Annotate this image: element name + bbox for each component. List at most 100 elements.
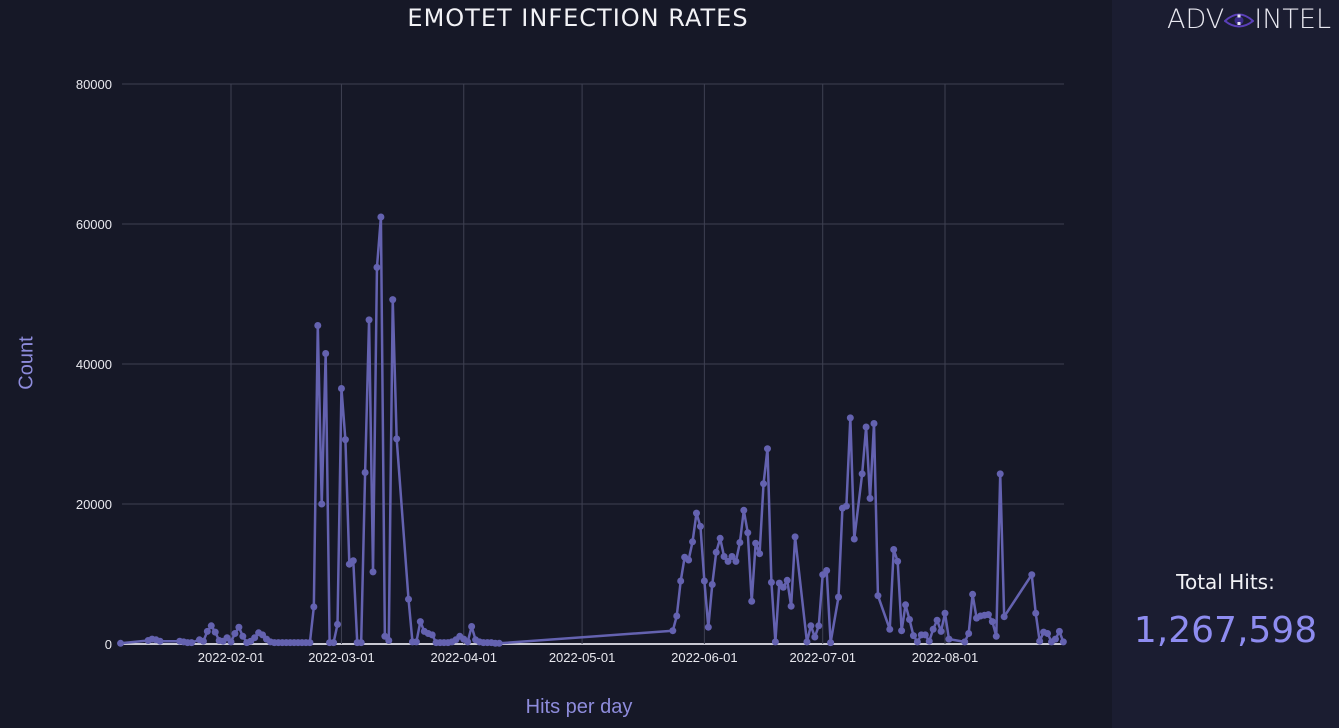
data-point [373, 263, 381, 271]
data-point [803, 638, 811, 646]
data-point [921, 631, 929, 639]
data-point [767, 578, 775, 586]
data-point [992, 632, 1000, 640]
chart-title: EMOTET INFECTION RATES [407, 4, 749, 32]
data-point [692, 509, 700, 517]
data-point [318, 500, 326, 508]
data-point [740, 506, 748, 514]
data-point [199, 637, 207, 645]
x-tick-label: 2022-08-01 [912, 650, 979, 665]
data-point [306, 639, 314, 647]
data-point [330, 639, 338, 647]
data-point [862, 423, 870, 431]
series-line [120, 215, 1065, 645]
data-point [823, 567, 831, 574]
data-point [965, 630, 973, 637]
data-point [361, 469, 369, 476]
data-point [811, 633, 819, 641]
logo-text-left: ADV [1166, 4, 1225, 35]
data-point [791, 533, 799, 541]
data-point [858, 470, 866, 478]
data-point [787, 602, 795, 610]
data-point [117, 639, 125, 647]
x-tick-label: 2022-06-01 [671, 650, 738, 665]
total-hits-value: 1,267,598 [1133, 610, 1318, 651]
data-point [941, 609, 949, 617]
data-point [341, 436, 349, 444]
data-point [357, 639, 365, 647]
data-point [689, 538, 697, 546]
data-point [239, 632, 247, 640]
x-tick-label: 2022-04-01 [430, 650, 497, 665]
data-point [685, 556, 693, 564]
data-point [902, 601, 910, 609]
grid [122, 83, 1064, 645]
data-point [385, 637, 393, 644]
data-point [1032, 609, 1040, 617]
data-point [337, 385, 345, 392]
data-point [866, 494, 874, 502]
data-point [815, 622, 823, 630]
y-axis-label: Count [15, 336, 38, 390]
data-point [929, 625, 937, 633]
data-point [310, 603, 318, 611]
x-tick-label: 2022-02-01 [198, 650, 265, 665]
y-tick-label: 0 [105, 637, 112, 652]
data-point [1059, 638, 1067, 646]
data-point [748, 597, 756, 605]
data-point [495, 639, 503, 647]
data-point [763, 445, 771, 453]
data-point [322, 350, 330, 357]
data-point [850, 535, 858, 543]
series-hits-per-day [117, 213, 1067, 647]
data-point [677, 577, 685, 585]
data-point [1028, 571, 1036, 579]
data-point [696, 522, 704, 530]
data-point [673, 612, 681, 620]
data-point [1051, 635, 1059, 643]
advintel-logo: ADV INTEL [1167, 4, 1331, 35]
data-point [732, 557, 740, 565]
data-point [211, 628, 219, 636]
data-point [969, 590, 977, 598]
data-point [984, 611, 992, 619]
data-point [704, 623, 712, 631]
data-point [894, 557, 902, 565]
data-point [783, 576, 791, 584]
data-point [744, 529, 752, 537]
data-point [716, 534, 724, 542]
data-point [708, 581, 716, 588]
data-point [349, 557, 357, 565]
data-point [1044, 630, 1052, 637]
data-point [389, 296, 397, 304]
data-point [736, 539, 744, 546]
eye-icon [1223, 8, 1255, 32]
data-point [846, 414, 854, 422]
data-point [834, 593, 842, 601]
data-point [760, 480, 768, 488]
x-tick-label: 2022-03-01 [308, 650, 375, 665]
data-point [874, 592, 882, 600]
data-point [913, 638, 921, 646]
data-point [369, 568, 377, 576]
data-point [771, 638, 779, 646]
data-point [988, 618, 996, 626]
data-point [945, 635, 953, 643]
data-point [377, 213, 385, 221]
data-point [886, 625, 894, 633]
data-point [227, 638, 235, 646]
data-point [937, 627, 945, 635]
data-point [235, 623, 243, 631]
y-tick-label: 20000 [76, 497, 112, 512]
data-point [464, 638, 472, 646]
data-point [827, 639, 835, 647]
data-point [428, 631, 436, 639]
data-point [712, 548, 720, 556]
data-point [909, 632, 917, 640]
data-point [842, 502, 850, 510]
y-axis: 0 20000 40000 60000 80000 [76, 77, 112, 652]
y-tick-label: 80000 [76, 77, 112, 92]
data-point [334, 620, 342, 628]
data-point [779, 583, 787, 591]
logo-text-right: INTEL [1254, 4, 1331, 35]
